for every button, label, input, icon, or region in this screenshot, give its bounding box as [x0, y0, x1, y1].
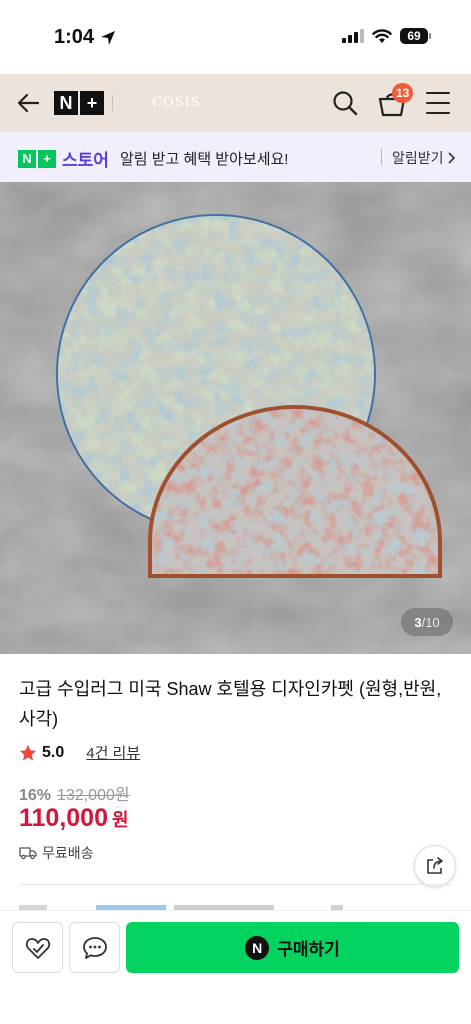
cart-count-badge: 13 [392, 83, 414, 103]
image-counter: 3 / 10 [401, 608, 453, 636]
cellular-signal-icon [342, 29, 364, 43]
buy-now-button[interactable]: N 구매하기 [126, 922, 459, 973]
review-count-link[interactable]: 4건 리뷰 [86, 742, 140, 763]
naver-pay-icon: N [245, 935, 270, 960]
sale-price-row: 110,000 원 [19, 804, 129, 833]
bottom-action-bar: N 구매하기 [0, 910, 471, 1024]
discount-rate: 16% [19, 787, 52, 804]
battery-level: 69 [400, 28, 428, 44]
chat-bubble-icon [82, 936, 107, 959]
wishlist-button[interactable] [12, 922, 63, 973]
hamburger-menu-icon[interactable] [426, 92, 450, 114]
naver-plus-store-logo: N + 스토어 [18, 146, 109, 171]
share-icon [427, 857, 443, 874]
ios-status-bar: 1:04 69 [0, 0, 471, 74]
truck-icon [19, 847, 37, 860]
talk-talk-button[interactable] [69, 922, 120, 973]
rug-photo [0, 182, 471, 654]
wifi-icon [372, 28, 392, 43]
notice-divider [381, 149, 382, 165]
product-title: 고급 수입러그 미국 Shaw 호텔용 디자인카펫 (원형,반원, 사각) [19, 679, 442, 729]
location-arrow-icon [101, 30, 116, 45]
status-indicators: 69 [342, 28, 431, 44]
product-image[interactable] [0, 182, 471, 654]
back-arrow-icon[interactable] [16, 90, 42, 116]
buy-now-label: 구매하기 [277, 940, 340, 959]
rating-row: 5.0 4건 리뷰 [19, 742, 140, 763]
header-divider [112, 95, 113, 111]
price-unit: 원 [112, 810, 129, 830]
image-current: 3 [414, 614, 422, 630]
chevron-right-icon [447, 152, 455, 164]
status-time: 1:04 [54, 26, 116, 49]
shipping-info: 무료배송 [19, 843, 94, 863]
notification-banner[interactable]: N + 스토어 알림 받고 혜택 받아보세요! 알림받기 [0, 132, 471, 182]
notice-message: 알림 받고 혜택 받아보세요! [120, 151, 289, 168]
naver-plus-logo[interactable]: N + [54, 91, 104, 115]
subscribe-alert-button[interactable]: 알림받기 [392, 148, 455, 168]
store-label: 스토어 [62, 151, 109, 170]
image-total: 10 [425, 614, 440, 630]
heart-icon [25, 937, 50, 959]
battery-icon: 69 [400, 28, 431, 44]
section-divider [19, 884, 452, 885]
discount-row: 16% 132,000원 [19, 781, 130, 805]
star-icon [19, 744, 37, 760]
status-time-text: 1:04 [54, 26, 95, 48]
share-button[interactable] [414, 845, 456, 887]
shipping-label: 무료배송 [42, 845, 94, 861]
store-brand-name[interactable]: COSIS [152, 95, 201, 110]
subscribe-alert-label: 알림받기 [392, 150, 444, 166]
original-price: 132,000원 [57, 787, 130, 804]
app-header: N + COSIS 13 [0, 74, 471, 132]
sale-price: 110,000 [19, 804, 108, 832]
search-icon[interactable] [331, 89, 359, 117]
rating-value: 5.0 [42, 743, 65, 761]
